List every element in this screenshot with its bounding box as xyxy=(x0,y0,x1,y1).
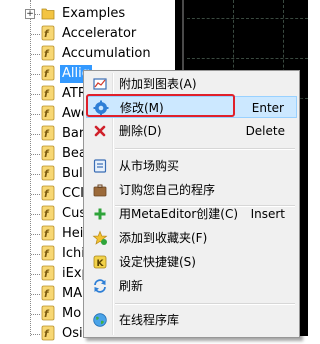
tree-item-label: Ichi xyxy=(62,246,85,261)
menu-item-label: 从市场购买 xyxy=(119,159,180,173)
tree-branch-line xyxy=(31,334,40,335)
menu-item-label: 在线程序库 xyxy=(119,313,180,327)
tree-item-label: Examples xyxy=(62,6,126,21)
menu-item-shortcut: Insert xyxy=(250,207,285,221)
tree-item-label: CCI xyxy=(62,186,84,201)
tree-item-label: Hei xyxy=(62,226,84,241)
menu-item-add-to-favorites[interactable]: 添加到收藏夹(F) xyxy=(86,227,297,249)
menu-item-label: 用MetaEditor创建(C) xyxy=(119,207,239,221)
menu-item-label: 设定快捷键(S) xyxy=(119,255,196,269)
globe-icon xyxy=(93,313,107,327)
tree-branch-line xyxy=(31,154,40,155)
tree-branch-line xyxy=(31,314,40,315)
indicator-script-icon: f xyxy=(41,165,55,181)
folder-icon xyxy=(41,8,55,20)
menu-item-shortcut: Enter xyxy=(251,101,284,115)
chart-grid-line xyxy=(187,58,308,59)
tree-item-label: Accelerator xyxy=(62,26,137,41)
indicator-script-icon: f xyxy=(41,85,55,101)
plus-icon xyxy=(94,208,106,220)
indicator-script-icon: f xyxy=(41,305,55,321)
tree-branch-line xyxy=(31,54,40,55)
svg-text:K: K xyxy=(97,259,105,269)
menu-item-label: 刷新 xyxy=(119,279,144,293)
tree-item-label: Osi xyxy=(62,326,83,341)
menu-item-label: 附加到图表(A) xyxy=(119,77,197,91)
delete-x-icon xyxy=(94,125,106,137)
indicator-script-icon: f xyxy=(41,65,55,81)
menu-item-attach-to-chart[interactable]: 附加到图表(A) xyxy=(86,73,297,95)
menu-item-label: 修改(M) xyxy=(120,101,164,115)
tree-item-label: Bul xyxy=(62,166,83,181)
menu-separator xyxy=(115,148,295,150)
menu-item-shortcut: Delete xyxy=(245,124,285,138)
tree-item-label: MA xyxy=(62,286,83,301)
menu-item-create-in-metaeditor[interactable]: 用MetaEditor创建(C) Insert xyxy=(86,203,297,225)
tree-item-examples[interactable]: + Examples xyxy=(0,4,175,24)
indicator-script-icon: f xyxy=(41,245,55,261)
indicator-script-icon: f xyxy=(41,45,55,61)
menu-item-buy-from-market[interactable]: 从市场购买 xyxy=(86,155,297,177)
indicator-script-icon: f xyxy=(41,125,55,141)
tree-branch-line xyxy=(31,134,40,135)
tree-branch-line xyxy=(31,274,40,275)
tree-branch-line xyxy=(31,214,40,215)
menu-item-label: 添加到收藏夹(F) xyxy=(119,231,208,245)
tree-item-label: Mo xyxy=(62,306,82,321)
menu-item-delete[interactable]: 删除(D) Delete xyxy=(86,120,297,142)
menu-item-set-hotkey[interactable]: K 设定快捷键(S) xyxy=(86,251,297,273)
indicator-script-icon: f xyxy=(41,325,55,341)
indicator-script-icon: f xyxy=(41,25,55,41)
expand-plus-icon[interactable]: + xyxy=(25,9,35,19)
market-icon xyxy=(93,159,107,173)
chart-grid-line xyxy=(187,18,308,19)
menu-item-refresh[interactable]: 刷新 xyxy=(86,275,297,297)
indicator-script-icon: f xyxy=(41,225,55,241)
refresh-icon xyxy=(94,279,106,293)
modify-gear-icon xyxy=(93,100,109,116)
menu-item-label: 删除(D) xyxy=(119,124,162,138)
menu-item-label: 订购您自己的程序 xyxy=(119,183,216,197)
tree-branch-line xyxy=(31,94,40,95)
indicator-script-icon: f xyxy=(41,265,55,281)
tree-branch-line xyxy=(31,174,40,175)
hotkey-icon: K xyxy=(93,255,107,269)
briefcase-icon xyxy=(93,184,107,197)
tree-branch-line xyxy=(31,254,40,255)
tree-item-label: Bar xyxy=(62,126,85,141)
indicator-script-icon: f xyxy=(41,145,55,161)
tree-item-indicator[interactable]: f Accelerator xyxy=(0,24,175,44)
indicator-script-icon: f xyxy=(41,185,55,201)
menu-item-order-own-program[interactable]: 订购您自己的程序 xyxy=(86,179,297,201)
indicator-script-icon: f xyxy=(41,105,55,121)
tree-branch-line xyxy=(31,74,40,75)
context-menu: 附加到图表(A) 修改(M) Enter 删除(D) Delete 从市场购买 xyxy=(83,70,300,338)
indicator-script-icon: f xyxy=(41,205,55,221)
indicator-script-icon: f xyxy=(41,285,55,301)
menu-item-online-library[interactable]: 在线程序库 xyxy=(86,309,297,331)
favorites-star-icon xyxy=(92,230,108,245)
tree-branch-line xyxy=(31,294,40,295)
tree-branch-line xyxy=(31,34,40,35)
chart-attach-icon xyxy=(93,78,107,90)
menu-separator xyxy=(115,303,295,305)
tree-branch-line xyxy=(31,234,40,235)
tree-item-label: Accumulation xyxy=(62,46,151,61)
tree-branch-line xyxy=(31,194,40,195)
menu-item-modify[interactable]: 修改(M) Enter xyxy=(86,96,297,118)
tree-branch-line xyxy=(31,114,40,115)
tree-item-indicator[interactable]: f Accumulation xyxy=(0,44,175,64)
